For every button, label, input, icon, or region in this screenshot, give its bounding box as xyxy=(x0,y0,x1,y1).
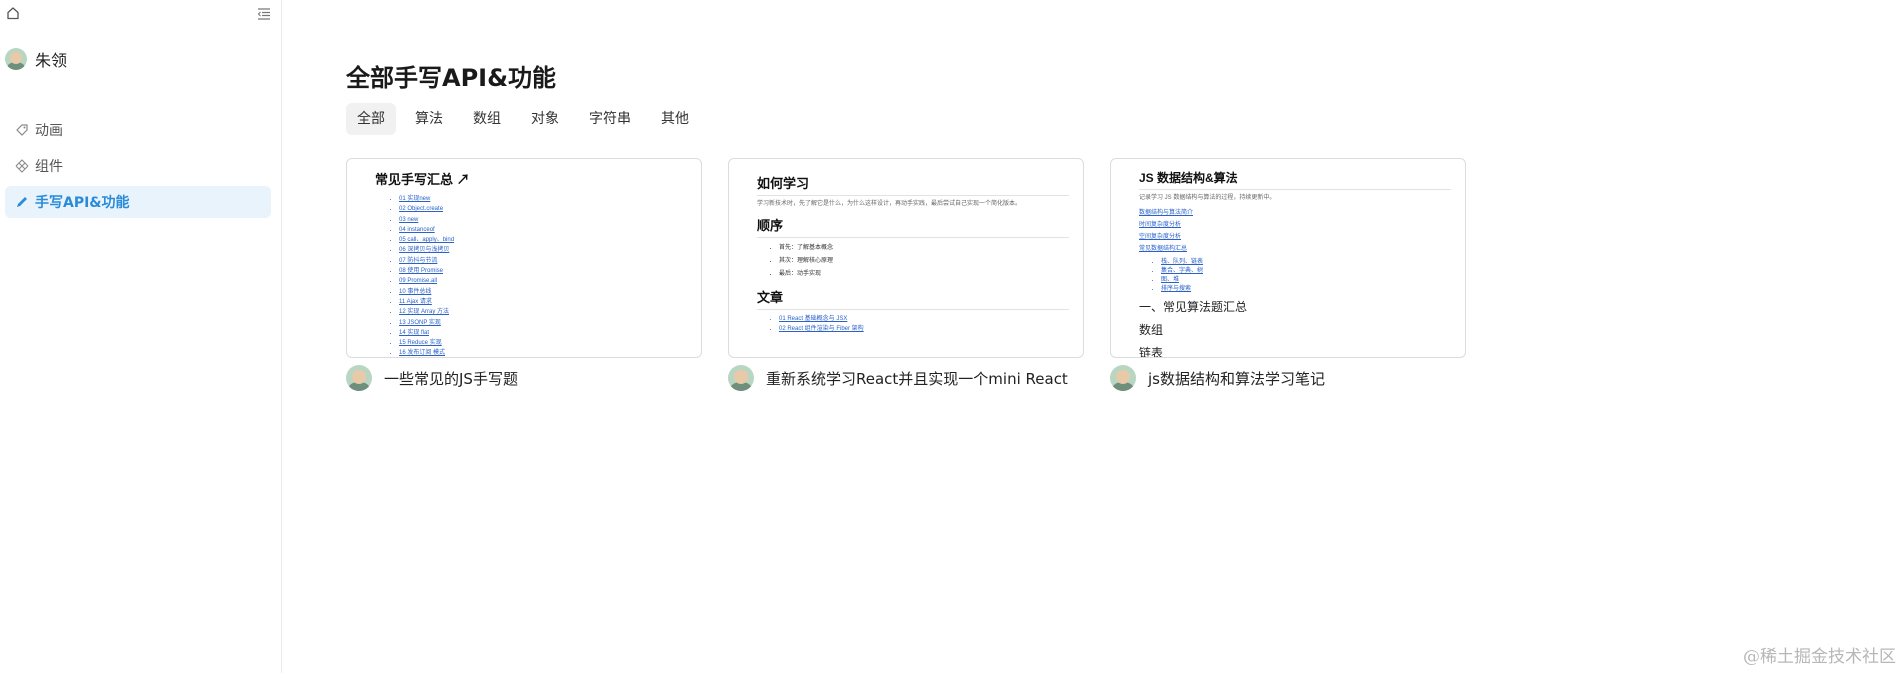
sidebar: 朱领 动画 组件 手写API&功能 xyxy=(0,0,282,673)
thumbnail-section: 一、常见算法题汇总 xyxy=(1139,300,1248,314)
list-item: 数据结构与算法简介 xyxy=(1139,210,1194,216)
tab-array[interactable]: 数组 xyxy=(462,103,512,135)
list-item: 15 Reduce 实现 xyxy=(399,338,687,348)
collapse-sidebar-icon[interactable] xyxy=(257,7,271,21)
tab-algorithm[interactable]: 算法 xyxy=(404,103,454,135)
doc-card[interactable]: 如何学习 学习新技术时，先了解它是什么，为什么这样设计，再动手实践，最后尝试自己… xyxy=(728,158,1084,391)
thumbnail-sub: 数组 xyxy=(1139,323,1164,337)
thumbnail-link-list: 01 React 基础概念与 JSX 02 React 组件渲染与 Fiber … xyxy=(743,314,1069,335)
sidebar-item-label: 组件 xyxy=(35,159,63,175)
list-item: 其次：理解核心原理 xyxy=(779,255,1069,268)
sidebar-item-animation[interactable]: 动画 xyxy=(5,114,271,146)
thumbnail-paragraph: 记录学习 JS 数据结构与算法的过程，持续更新中。 xyxy=(1139,195,1276,201)
list-item: 13 JSONP 实现 xyxy=(399,318,687,328)
list-item: 11 Ajax 请求 xyxy=(399,297,687,307)
card-title[interactable]: 重新系统学习React并且实现一个mini React xyxy=(766,368,1068,389)
list-item: 07 防抖与节流 xyxy=(399,256,687,266)
list-item: 04 instanceof xyxy=(399,225,687,235)
card-thumbnail[interactable]: 如何学习 学习新技术时，先了解它是什么，为什么这样设计，再动手实践，最后尝试自己… xyxy=(728,158,1084,358)
list-item: 05 call、apply、bind xyxy=(399,235,687,245)
list-item: 08 使用 Promise xyxy=(399,266,687,276)
avatar xyxy=(5,48,27,70)
list-item: 01 React 基础概念与 JSX xyxy=(779,314,1069,324)
doc-card[interactable]: 常见手写汇总 ↗ 01 实现new 02 Object.create 03 ne… xyxy=(346,158,702,391)
thumbnail-subheading: 顺序 xyxy=(757,215,1069,238)
list-item: 排序与搜索 xyxy=(1161,285,1451,294)
pen-icon xyxy=(17,197,27,207)
thumbnail-list: 首先：了解基本概念 其次：理解核心原理 最后：动手实现 xyxy=(779,242,1069,281)
avatar xyxy=(728,365,754,391)
tab-all[interactable]: 全部 xyxy=(346,103,396,135)
sidebar-item-components[interactable]: 组件 xyxy=(5,150,271,182)
user-name: 朱领 xyxy=(35,51,68,70)
list-item: 常见数据结构汇总 xyxy=(1139,246,1188,252)
card-meta: 重新系统学习React并且实现一个mini React xyxy=(728,365,1084,391)
card-thumbnail[interactable]: JS 数据结构&算法 记录学习 JS 数据结构与算法的过程，持续更新中。 数据结… xyxy=(1110,158,1466,358)
filter-tabs: 全部 算法 数组 对象 字符串 其他 xyxy=(346,103,708,135)
avatar xyxy=(1110,365,1136,391)
list-item: 02 React 组件渲染与 Fiber 架构 xyxy=(779,324,1069,334)
list-item: 空间复杂度分析 xyxy=(1139,234,1182,240)
list-item: 10 事件总线 xyxy=(399,287,687,297)
card-thumbnail[interactable]: 常见手写汇总 ↗ 01 实现new 02 Object.create 03 ne… xyxy=(346,158,702,358)
tag-icon xyxy=(16,124,28,136)
list-item: 14 实现 flat xyxy=(399,328,687,338)
list-item: 最后：动手实现 xyxy=(779,268,1069,281)
thumbnail-sub: 链表 xyxy=(1139,346,1164,358)
tab-string[interactable]: 字符串 xyxy=(578,103,642,135)
card-grid: 常见手写汇总 ↗ 01 实现new 02 Object.create 03 ne… xyxy=(346,158,1492,391)
list-item: 图、堆 xyxy=(1161,276,1451,285)
sidebar-item-label: 手写API&功能 xyxy=(35,195,130,211)
list-item: 09 Promise.all xyxy=(399,276,687,286)
thumbnail-link-list: 01 实现new 02 Object.create 03 new 04 inst… xyxy=(361,194,687,357)
sidebar-item-handwritten-api[interactable]: 手写API&功能 xyxy=(5,186,271,218)
thumbnail-heading: JS 数据结构&算法 xyxy=(1139,169,1451,190)
page-title: 全部手写API&功能 xyxy=(346,64,557,92)
avatar xyxy=(346,365,372,391)
list-item: 03 new xyxy=(399,215,687,225)
list-item: 02 Object.create xyxy=(399,204,687,214)
component-icon xyxy=(15,159,29,173)
tab-object[interactable]: 对象 xyxy=(520,103,570,135)
sidebar-item-label: 动画 xyxy=(35,123,63,139)
thumbnail-subheading: 文章 xyxy=(757,287,1069,310)
card-meta: js数据结构和算法学习笔记 xyxy=(1110,365,1466,391)
watermark: @稀土掘金技术社区 xyxy=(1743,647,1896,667)
card-title[interactable]: js数据结构和算法学习笔记 xyxy=(1148,368,1325,389)
thumbnail-heading: 常见手写汇总 ↗ xyxy=(375,172,470,187)
list-item: 集合、字典、树 xyxy=(1161,267,1451,276)
thumbnail-paragraph: 学习新技术时，先了解它是什么，为什么这样设计，再动手实践，最后尝试自己实现一个简… xyxy=(757,201,1022,207)
list-item: 12 实现 Array 方法 xyxy=(399,307,687,317)
list-item: 01 实现new xyxy=(399,194,687,204)
user-profile[interactable]: 朱领 xyxy=(5,47,67,71)
card-title[interactable]: 一些常见的JS手写题 xyxy=(384,368,518,389)
list-item: 时间复杂度分析 xyxy=(1139,222,1182,228)
list-item: 16 发布订阅 模式 xyxy=(399,348,687,357)
home-icon[interactable] xyxy=(6,6,20,20)
tab-other[interactable]: 其他 xyxy=(650,103,700,135)
list-item: 栈、队列、链表 xyxy=(1161,258,1451,267)
main-content: 全部手写API&功能 全部 算法 数组 对象 字符串 其他 常见手写汇总 ↗ 0… xyxy=(346,0,1904,673)
doc-card[interactable]: JS 数据结构&算法 记录学习 JS 数据结构与算法的过程，持续更新中。 数据结… xyxy=(1110,158,1466,391)
sidebar-nav: 动画 组件 手写API&功能 xyxy=(5,114,271,222)
thumbnail-list: 栈、队列、链表 集合、字典、树 图、堆 排序与搜索 xyxy=(1125,258,1451,294)
sidebar-top-bar xyxy=(6,6,271,24)
list-item: 06 深拷贝与浅拷贝 xyxy=(399,245,687,255)
thumbnail-heading: 如何学习 xyxy=(757,173,1069,196)
thumbnail-link-list: 数据结构与算法简介 时间复杂度分析 空间复杂度分析 常见数据结构汇总 xyxy=(1139,207,1451,255)
card-meta: 一些常见的JS手写题 xyxy=(346,365,702,391)
list-item: 首先：了解基本概念 xyxy=(779,242,1069,255)
